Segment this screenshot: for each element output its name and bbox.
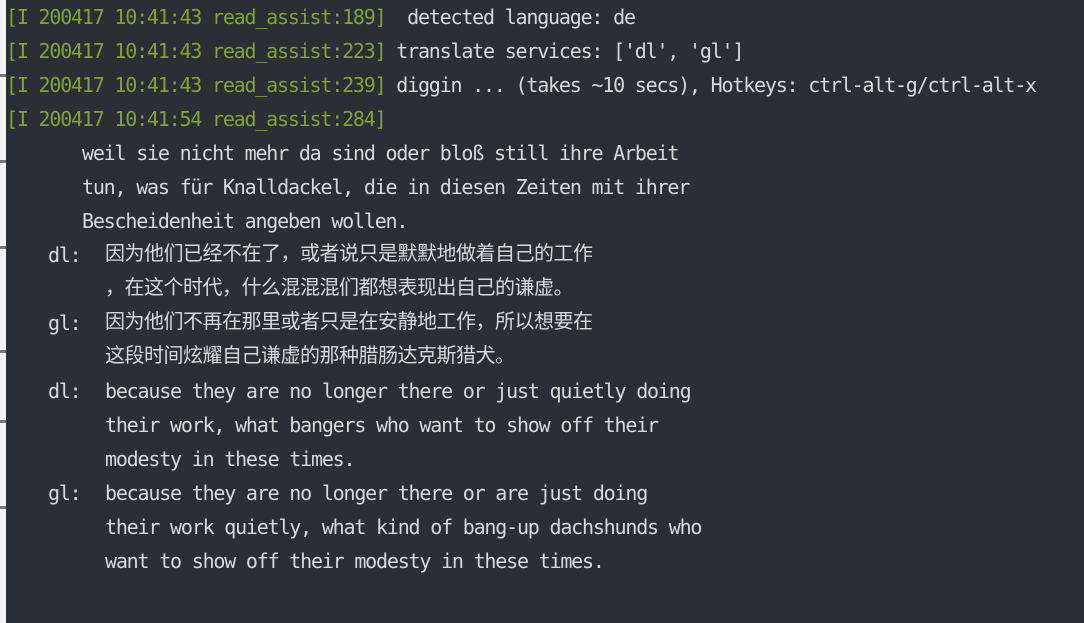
translation-line: ，在这个时代，什么混混混们都想表现出自己的谦虚。 (105, 275, 574, 299)
translation-line: modesty in these times. (105, 447, 356, 471)
translation-line: 这段时间炫耀自己谦虚的那种腊肠达克斯猎犬。 (105, 343, 515, 367)
log-message: diggin ... (takes ~10 secs), Hotkeys: ct… (385, 73, 1037, 97)
translation-label: gl: (48, 481, 82, 505)
source-text-line: Bescheidenheit angeben wollen. (82, 209, 408, 233)
edge-mark (0, 350, 6, 353)
source-text-line: tun, was für Knalldackel, die in diesen … (82, 175, 690, 199)
log-line: [I 200417 10:41:43 read_assist:189] dete… (6, 0, 636, 34)
terminal-window[interactable]: [I 200417 10:41:43 read_assist:189] dete… (0, 0, 1084, 623)
log-prefix: [I 200417 10:41:43 read_assist:189] (6, 5, 387, 29)
translation-line: their work, what bangers who want to sho… (105, 413, 659, 437)
translation-line: because they are no longer there or are … (105, 481, 648, 505)
log-message: detected language: de (385, 5, 636, 29)
source-text-line: weil sie nicht mehr da sind oder bloß st… (82, 141, 679, 165)
log-message: translate services: ['dl', 'gl'] (385, 39, 744, 63)
translation-line: 因为他们已经不在了，或者说只是默默地做着自己的工作 (105, 241, 593, 265)
log-line: [I 200417 10:41:43 read_assist:223] tran… (6, 34, 744, 68)
log-line: [I 200417 10:41:43 read_assist:239] digg… (6, 68, 1037, 102)
log-prefix: [I 200417 10:41:43 read_assist:223] (6, 39, 387, 63)
edge-mark (0, 246, 6, 249)
translation-label: dl: (48, 379, 82, 403)
edge-mark (0, 420, 6, 423)
log-prefix: [I 200417 10:41:54 read_assist:284] (6, 107, 387, 131)
edge-mark (0, 160, 6, 163)
translation-label: dl: (48, 243, 82, 267)
edge-mark (0, 506, 6, 509)
translation-line: their work quietly, what kind of bang-up… (105, 515, 702, 539)
translation-label: gl: (48, 311, 82, 335)
translation-line: want to show off their modesty in these … (105, 549, 605, 573)
log-prefix: [I 200417 10:41:43 read_assist:239] (6, 73, 387, 97)
translation-line: because they are no longer there or just… (105, 379, 692, 403)
log-line: [I 200417 10:41:54 read_assist:284] (6, 102, 387, 136)
translation-line: 因为他们不再在那里或者只是在安静地工作，所以想要在 (105, 309, 593, 333)
